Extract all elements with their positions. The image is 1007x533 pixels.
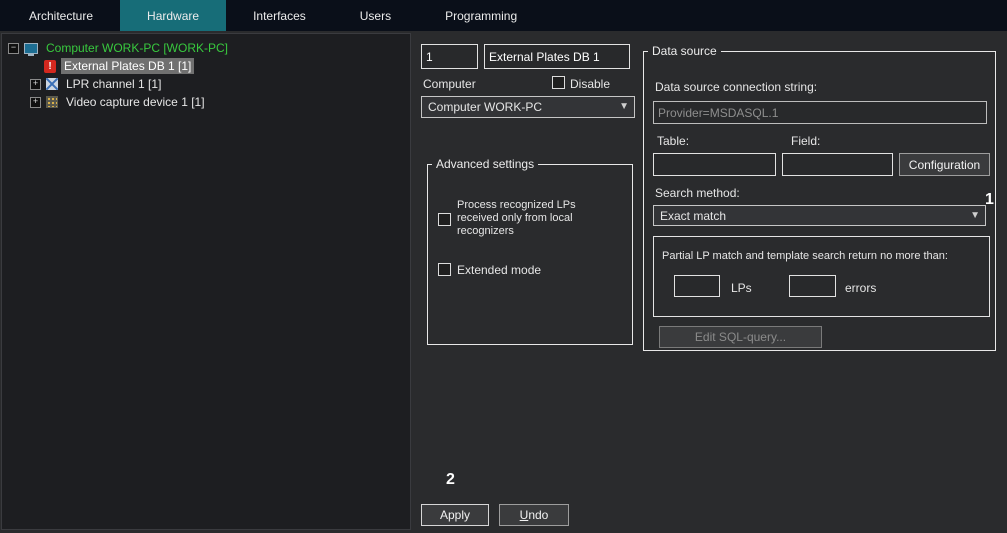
object-name-field[interactable] <box>484 44 630 69</box>
tree-item-label: LPR channel 1 [1] <box>63 76 164 92</box>
lpr-channel-icon <box>46 78 58 90</box>
tree-item-computer[interactable]: − Computer WORK-PC [WORK-PC] <box>2 39 410 57</box>
errors-limit-field[interactable] <box>789 275 836 297</box>
computer-label: Computer <box>423 77 476 91</box>
configuration-button[interactable]: Configuration <box>899 153 990 176</box>
video-capture-icon <box>46 96 58 108</box>
field-field[interactable] <box>782 153 893 176</box>
apply-button[interactable]: Apply <box>421 504 489 526</box>
extended-mode-label: Extended mode <box>457 263 541 277</box>
table-label: Table: <box>657 134 689 148</box>
undo-button-label: Undo <box>520 508 549 522</box>
advanced-settings-title: Advanced settings <box>432 157 538 171</box>
callout-step-1: 1 <box>985 191 994 209</box>
data-source-title: Data source <box>648 44 721 58</box>
tab-hardware[interactable]: Hardware <box>120 0 226 31</box>
tab-programming[interactable]: Programming <box>418 0 544 31</box>
tree-item-video-capture[interactable]: + Video capture device 1 [1] <box>2 93 410 111</box>
device-tree: − Computer WORK-PC [WORK-PC] External Pl… <box>1 33 411 530</box>
tab-bar: Architecture Hardware Interfaces Users P… <box>0 0 1007 31</box>
tree-item-label: Computer WORK-PC [WORK-PC] <box>43 40 231 56</box>
alert-icon <box>44 60 56 73</box>
app-window: Architecture Hardware Interfaces Users P… <box>0 0 1007 533</box>
process-recognized-checkbox[interactable] <box>438 213 451 226</box>
object-id-field[interactable] <box>421 44 478 69</box>
advanced-settings-group: Advanced settings Process recognized LPs… <box>427 157 633 345</box>
limits-label: Partial LP match and template search ret… <box>662 250 948 263</box>
edit-sql-query-button[interactable]: Edit SQL-query... <box>659 326 822 348</box>
tab-architecture[interactable]: Architecture <box>2 0 120 31</box>
extended-mode-checkbox[interactable] <box>438 263 451 276</box>
callout-step-2: 2 <box>446 471 455 489</box>
computer-icon <box>24 43 38 54</box>
settings-panel: Computer Disable Computer WORK-PC ▼ Adva… <box>417 33 1007 533</box>
lps-label: LPs <box>731 281 752 295</box>
chevron-down-icon: ▼ <box>970 211 980 221</box>
computer-select-value: Computer WORK-PC <box>428 100 542 114</box>
lps-limit-field[interactable] <box>674 275 720 297</box>
search-method-label: Search method: <box>655 186 740 200</box>
limits-box: Partial LP match and template search ret… <box>653 236 990 317</box>
search-method-value: Exact match <box>660 209 726 223</box>
search-method-select[interactable]: Exact match ▼ <box>653 205 986 226</box>
tree-item-external-plates-db[interactable]: External Plates DB 1 [1] <box>2 57 410 75</box>
connection-string-label: Data source connection string: <box>655 80 817 94</box>
errors-label: errors <box>845 281 876 295</box>
process-recognized-label: Process recognized LPs received only fro… <box>457 199 605 238</box>
disable-label: Disable <box>570 77 610 91</box>
undo-button[interactable]: Undo <box>499 504 569 526</box>
tree-item-label-selected: External Plates DB 1 [1] <box>61 58 194 74</box>
table-field[interactable] <box>653 153 776 176</box>
collapse-toggle-icon[interactable]: − <box>8 43 19 54</box>
chevron-down-icon: ▼ <box>619 102 629 112</box>
tree-item-label: Video capture device 1 [1] <box>63 94 208 110</box>
disable-checkbox[interactable] <box>552 76 565 89</box>
field-label: Field: <box>791 134 820 148</box>
expand-toggle-icon[interactable]: + <box>30 97 41 108</box>
tab-users[interactable]: Users <box>333 0 418 31</box>
data-source-group: Data source Data source connection strin… <box>643 44 996 351</box>
computer-select[interactable]: Computer WORK-PC ▼ <box>421 96 635 118</box>
connection-string-field[interactable] <box>653 101 987 124</box>
expand-toggle-icon[interactable]: + <box>30 79 41 90</box>
tab-interfaces[interactable]: Interfaces <box>226 0 333 31</box>
tree-item-lpr-channel[interactable]: + LPR channel 1 [1] <box>2 75 410 93</box>
